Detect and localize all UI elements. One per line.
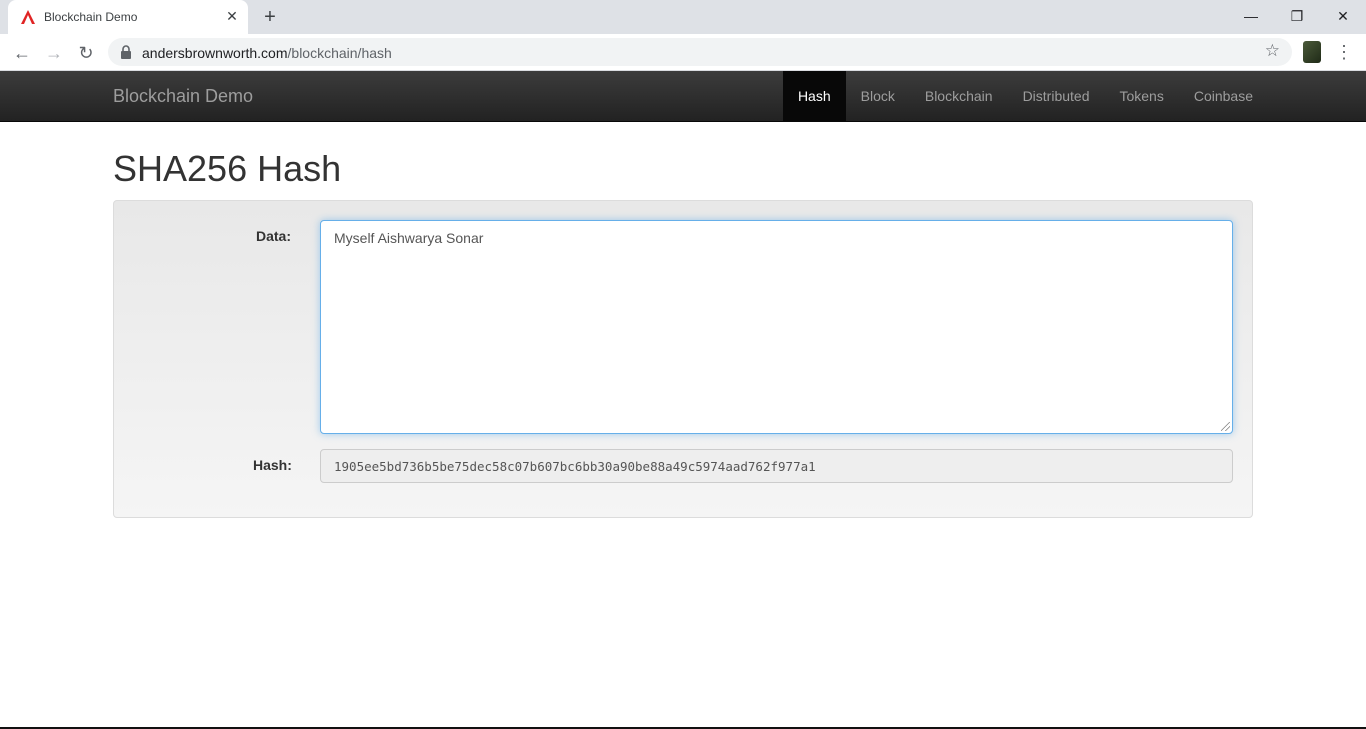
page-title: SHA256 Hash xyxy=(113,148,342,189)
back-icon[interactable]: ← xyxy=(10,41,34,65)
close-tab-icon[interactable]: ✕ xyxy=(224,8,240,24)
forward-icon[interactable]: → xyxy=(42,41,66,65)
navbar-brand[interactable]: Blockchain Demo xyxy=(113,86,253,107)
nav-link-coinbase[interactable]: Coinbase xyxy=(1179,71,1268,121)
site-logo-icon xyxy=(21,10,35,24)
address-bar[interactable]: andersbrownworth.com/blockchain/hash ☆ xyxy=(108,38,1292,66)
data-textarea[interactable]: Myself Aishwarya Sonar xyxy=(320,220,1233,434)
nav-link-hash[interactable]: Hash xyxy=(782,71,846,121)
url-domain: andersbrownworth.com xyxy=(142,45,288,61)
tab-title: Blockchain Demo xyxy=(44,10,138,24)
browser-toolbar: ← → ↻ andersbrownworth.com/blockchain/ha… xyxy=(0,34,1366,71)
nav-link-distributed[interactable]: Distributed xyxy=(1008,71,1105,121)
url-path: /blockchain/hash xyxy=(287,45,392,61)
lock-icon xyxy=(121,45,131,59)
resize-handle-icon[interactable] xyxy=(1221,422,1230,431)
nav-link-block[interactable]: Block xyxy=(846,71,910,121)
new-tab-icon[interactable]: + xyxy=(260,7,280,27)
reload-icon[interactable]: ↻ xyxy=(74,41,98,65)
url-text: andersbrownworth.com/blockchain/hash xyxy=(142,45,392,61)
browser-tab[interactable]: Blockchain Demo ✕ xyxy=(8,0,248,34)
browser-menu-icon[interactable]: ⋮ xyxy=(1334,40,1354,64)
restore-icon[interactable]: ❐ xyxy=(1274,0,1320,32)
site-navbar: Blockchain Demo Hash Block Blockchain Di… xyxy=(0,71,1366,122)
hash-label: Hash: xyxy=(253,457,292,473)
browser-tabstrip: Blockchain Demo ✕ + — ❐ ✕ xyxy=(0,0,1366,34)
navbar-links: Hash Block Blockchain Distributed Tokens… xyxy=(782,71,1268,121)
data-label: Data: xyxy=(256,228,292,244)
data-textarea-value: Myself Aishwarya Sonar xyxy=(334,230,484,246)
close-window-icon[interactable]: ✕ xyxy=(1320,0,1366,32)
bookmark-star-icon[interactable]: ☆ xyxy=(1265,41,1280,61)
hash-output-field[interactable]: 1905ee5bd736b5be75dec58c07b607bc6bb30a90… xyxy=(320,449,1233,483)
profile-avatar[interactable] xyxy=(1303,41,1321,63)
hash-output-value: 1905ee5bd736b5be75dec58c07b607bc6bb30a90… xyxy=(334,459,816,474)
nav-link-tokens[interactable]: Tokens xyxy=(1104,71,1178,121)
nav-link-blockchain[interactable]: Blockchain xyxy=(910,71,1008,121)
minimize-icon[interactable]: — xyxy=(1228,0,1274,32)
